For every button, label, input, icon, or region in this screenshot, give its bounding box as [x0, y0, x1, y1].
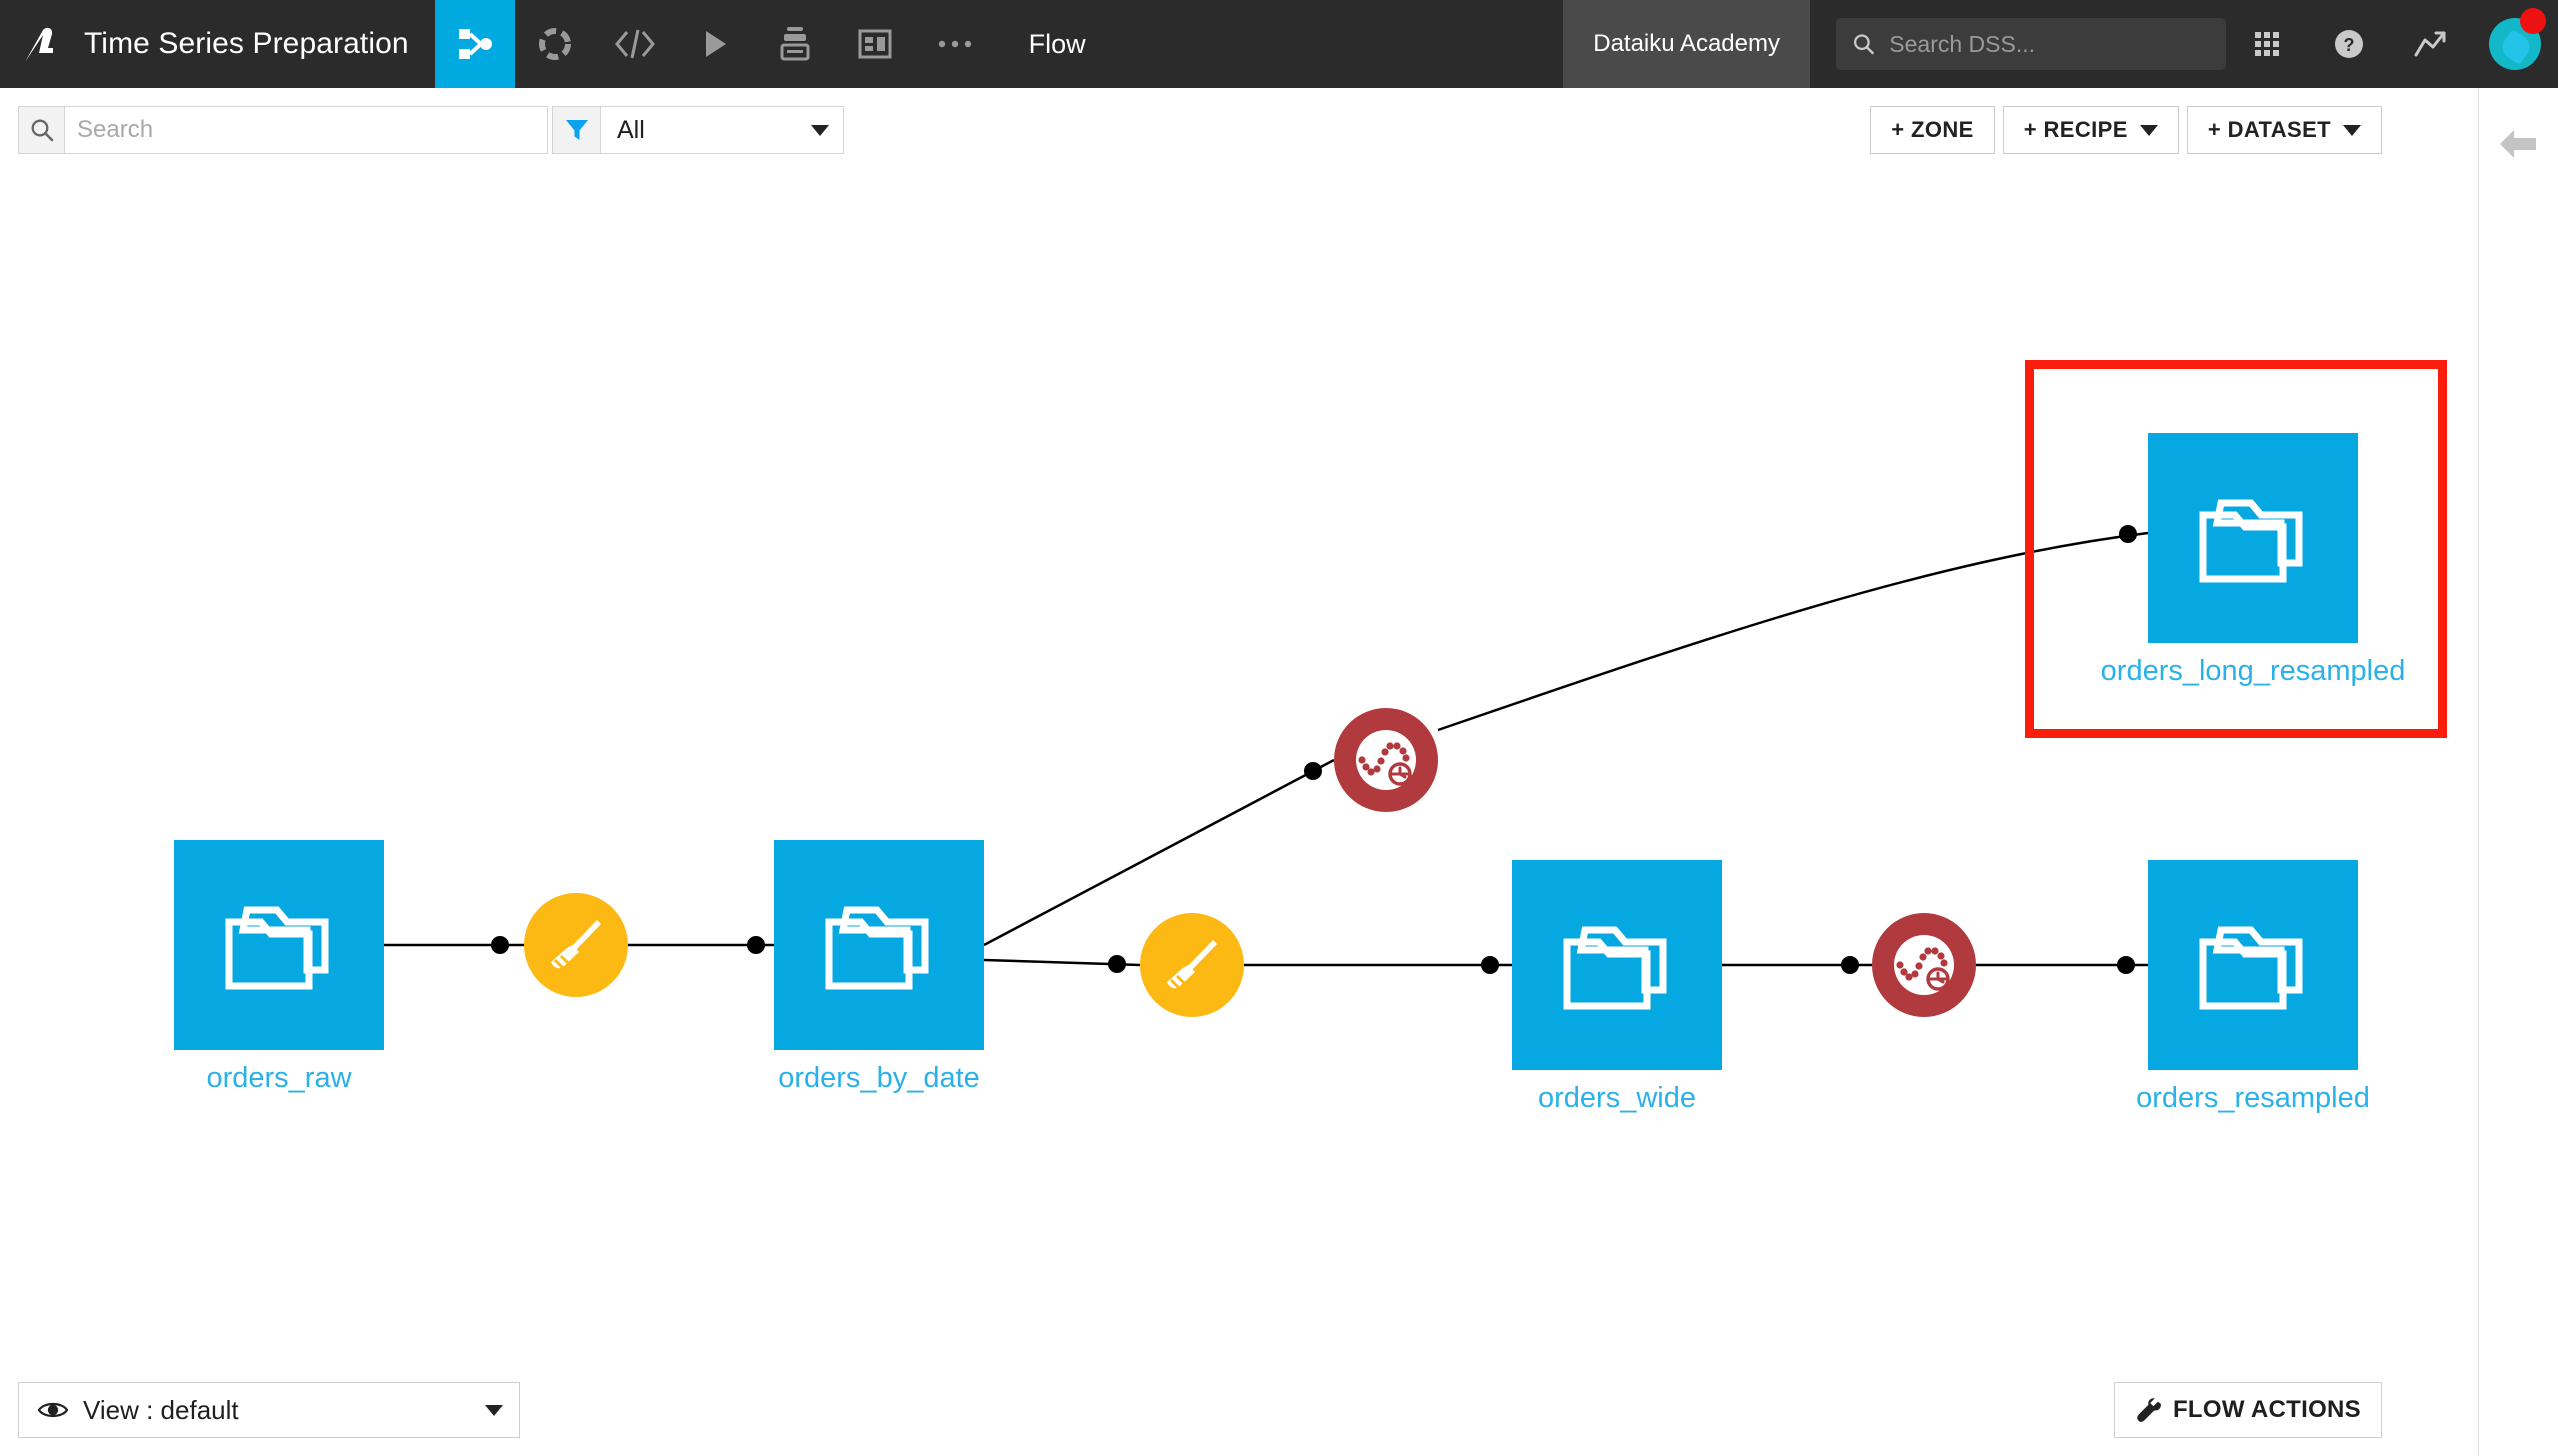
dataset-label[interactable]: orders_wide: [1538, 1082, 1696, 1115]
global-search-box[interactable]: [1836, 18, 2226, 70]
arrow-left-icon: [2499, 130, 2536, 158]
flow-filter-group[interactable]: All: [552, 106, 844, 154]
jobs-icon: [780, 27, 810, 61]
apps-grid-button[interactable]: [2226, 29, 2308, 59]
notification-badge: [2520, 8, 2546, 34]
chevron-down-icon: [2139, 124, 2158, 136]
global-search-input[interactable]: [1889, 30, 2210, 58]
add-recipe-button[interactable]: + RECIPE: [2002, 106, 2179, 154]
code-icon: [614, 29, 655, 59]
svg-text:?: ?: [2344, 35, 2355, 55]
dataset-label[interactable]: orders_long_resampled: [2101, 655, 2406, 688]
flow-actions-button[interactable]: FLOW ACTIONS: [2113, 1382, 2382, 1438]
recipe-node-resample-1[interactable]: [1334, 708, 1438, 812]
help-icon: ?: [2335, 30, 2363, 58]
timeseries-clock-icon: [1356, 730, 1416, 790]
flow-search-input[interactable]: [77, 116, 535, 144]
nav-flow-icon-button[interactable]: [434, 0, 515, 88]
nav-jobs-icon-button[interactable]: [755, 0, 835, 88]
right-panel-collapse-button[interactable]: [2478, 88, 2558, 1456]
wrench-icon: [2137, 1398, 2161, 1422]
nav-dashboard-icon-button[interactable]: [835, 0, 915, 88]
flow-canvas[interactable]: orders_raw orders_by_date orders_wide or…: [0, 170, 2478, 1366]
nav-section-label: Flow: [1028, 28, 1086, 59]
dataset-icon-box[interactable]: [174, 840, 384, 1050]
view-label: View : default: [83, 1394, 239, 1425]
dataset-folder-icon: [225, 906, 329, 990]
magnifier-icon: [31, 119, 53, 142]
prepare-recipe-circle[interactable]: [1140, 913, 1244, 1017]
recipe-node-prepare-2[interactable]: [1140, 913, 1244, 1017]
dataset-icon-box[interactable]: [2148, 860, 2358, 1070]
dataset-label[interactable]: orders_resampled: [2136, 1082, 2370, 1115]
dataset-folder-icon: [1563, 926, 1667, 1010]
dataset-node-orders-by-date[interactable]: orders_by_date: [774, 840, 984, 1094]
flow-action-buttons: + ZONE + RECIPE + DATASET: [1870, 106, 2382, 154]
add-zone-label: + ZONE: [1891, 117, 1974, 142]
dataset-icon-box[interactable]: [2148, 433, 2358, 643]
chevron-down-icon: [2343, 124, 2361, 136]
dataset-folder-icon: [825, 906, 929, 990]
dataiku-bird-logo[interactable]: [0, 0, 78, 88]
flow-search-group[interactable]: [18, 106, 548, 154]
chevron-down-icon: [811, 124, 829, 136]
dataset-label[interactable]: orders_by_date: [778, 1062, 980, 1095]
academy-button[interactable]: Dataiku Academy: [1563, 0, 1810, 88]
prepare-recipe-circle[interactable]: [524, 893, 628, 997]
chevron-down-icon: [485, 1404, 503, 1416]
flow-filter-value: All: [617, 115, 645, 144]
nav-run-icon-button[interactable]: [675, 0, 755, 88]
search-icon: [1853, 34, 1874, 55]
flow-search-icon-box: [18, 106, 64, 154]
recipe-node-prepare-1[interactable]: [524, 893, 628, 997]
flow-actions-label: FLOW ACTIONS: [2172, 1396, 2361, 1423]
nav-right-icon-group: ?: [2226, 0, 2472, 88]
add-dataset-label: + DATASET: [2207, 117, 2331, 142]
dataset-label[interactable]: orders_raw: [206, 1062, 351, 1095]
dataset-node-orders-resampled[interactable]: orders_resampled: [2136, 860, 2370, 1114]
nav-more-icon-button[interactable]: [915, 0, 995, 88]
top-navigation-bar: Time Series Preparation Flow Dataiku Aca…: [0, 0, 2558, 88]
help-button[interactable]: ?: [2308, 27, 2390, 61]
recipe-node-resample-2[interactable]: [1872, 913, 1976, 1017]
add-zone-button[interactable]: + ZONE: [1870, 106, 1995, 154]
add-recipe-label: + RECIPE: [2023, 117, 2128, 142]
flow-filter-select[interactable]: All: [600, 106, 844, 154]
flow-bottom-bar: View : default FLOW ACTIONS: [0, 1366, 2478, 1456]
dataset-icon-box[interactable]: [1512, 860, 1722, 1070]
project-title[interactable]: Time Series Preparation: [78, 0, 435, 88]
flow-search-input-box[interactable]: [64, 106, 548, 154]
resample-recipe-circle[interactable]: [1872, 913, 1976, 1017]
broom-icon: [551, 920, 601, 972]
resample-recipe-circle[interactable]: [1334, 708, 1438, 812]
dataset-icon-box[interactable]: [774, 840, 984, 1050]
avatar-button[interactable]: [2472, 0, 2558, 88]
view-selector[interactable]: View : default: [18, 1382, 520, 1438]
dataset-folder-icon: [2199, 499, 2303, 583]
dashboard-icon: [858, 29, 892, 59]
filter-icon-box: [552, 106, 600, 154]
more-icon: [938, 40, 971, 48]
dataset-node-orders-long-resampled[interactable]: orders_long_resampled: [2101, 433, 2405, 687]
nav-lab-icon-button[interactable]: [515, 0, 595, 88]
activity-icon: [2414, 31, 2446, 57]
add-dataset-button[interactable]: + DATASET: [2186, 106, 2382, 154]
apps-grid-icon: [2255, 32, 2279, 56]
eye-icon: [37, 1402, 69, 1418]
flow-edges: [384, 525, 2149, 974]
dataset-node-orders-wide[interactable]: orders_wide: [1512, 860, 1722, 1114]
flow-toolbar: All 4 recipes 5 datasets + ZONE + RECIPE…: [0, 88, 2478, 271]
dataset-node-orders-raw[interactable]: orders_raw: [174, 840, 384, 1094]
flow-icon: [458, 29, 492, 59]
lab-icon: [538, 28, 571, 60]
activity-button[interactable]: [2390, 29, 2472, 59]
nav-code-icon-button[interactable]: [595, 0, 675, 88]
broom-icon: [1167, 940, 1217, 992]
timeseries-clock-icon: [1894, 935, 1954, 995]
dataset-folder-icon: [2199, 926, 2303, 1010]
funnel-icon: [565, 120, 588, 140]
run-icon: [705, 31, 726, 57]
